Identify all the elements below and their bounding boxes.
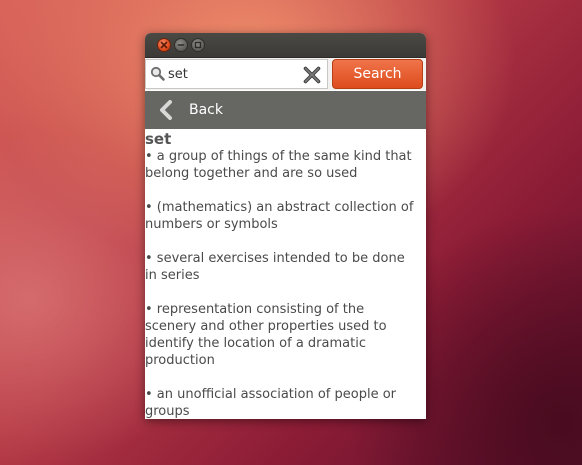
search-input[interactable] xyxy=(168,65,293,83)
back-button[interactable]: Back xyxy=(159,91,223,129)
dictionary-window: Search Back set • a group of things of t… xyxy=(145,33,426,419)
definition-item: • several exercises intended to be done … xyxy=(145,251,405,283)
close-icon xyxy=(160,41,168,49)
back-label: Back xyxy=(189,102,223,118)
nav-bar: Back xyxy=(145,91,426,129)
definition-panel: set • a group of things of the same kind… xyxy=(145,130,415,419)
definition-item: • representation consisting of the scene… xyxy=(145,302,387,368)
clear-x-icon[interactable] xyxy=(302,65,322,85)
definition-item: • an unofficial association of people or… xyxy=(145,387,396,419)
maximize-icon xyxy=(194,41,202,49)
window-close-button[interactable] xyxy=(157,38,171,52)
magnifier-icon xyxy=(150,66,165,81)
chevron-left-icon xyxy=(160,100,172,120)
search-bar: Search xyxy=(145,58,426,90)
window-maximize-button[interactable] xyxy=(191,38,205,52)
definition-item: • (mathematics) an abstract collection o… xyxy=(145,200,414,232)
minimize-icon xyxy=(177,44,185,46)
definition-item: • a group of things of the same kind tha… xyxy=(145,149,412,181)
title-bar xyxy=(145,33,426,58)
search-button[interactable]: Search xyxy=(332,59,423,89)
search-field xyxy=(145,59,328,89)
headword: set xyxy=(145,130,172,148)
window-minimize-button[interactable] xyxy=(174,38,188,52)
